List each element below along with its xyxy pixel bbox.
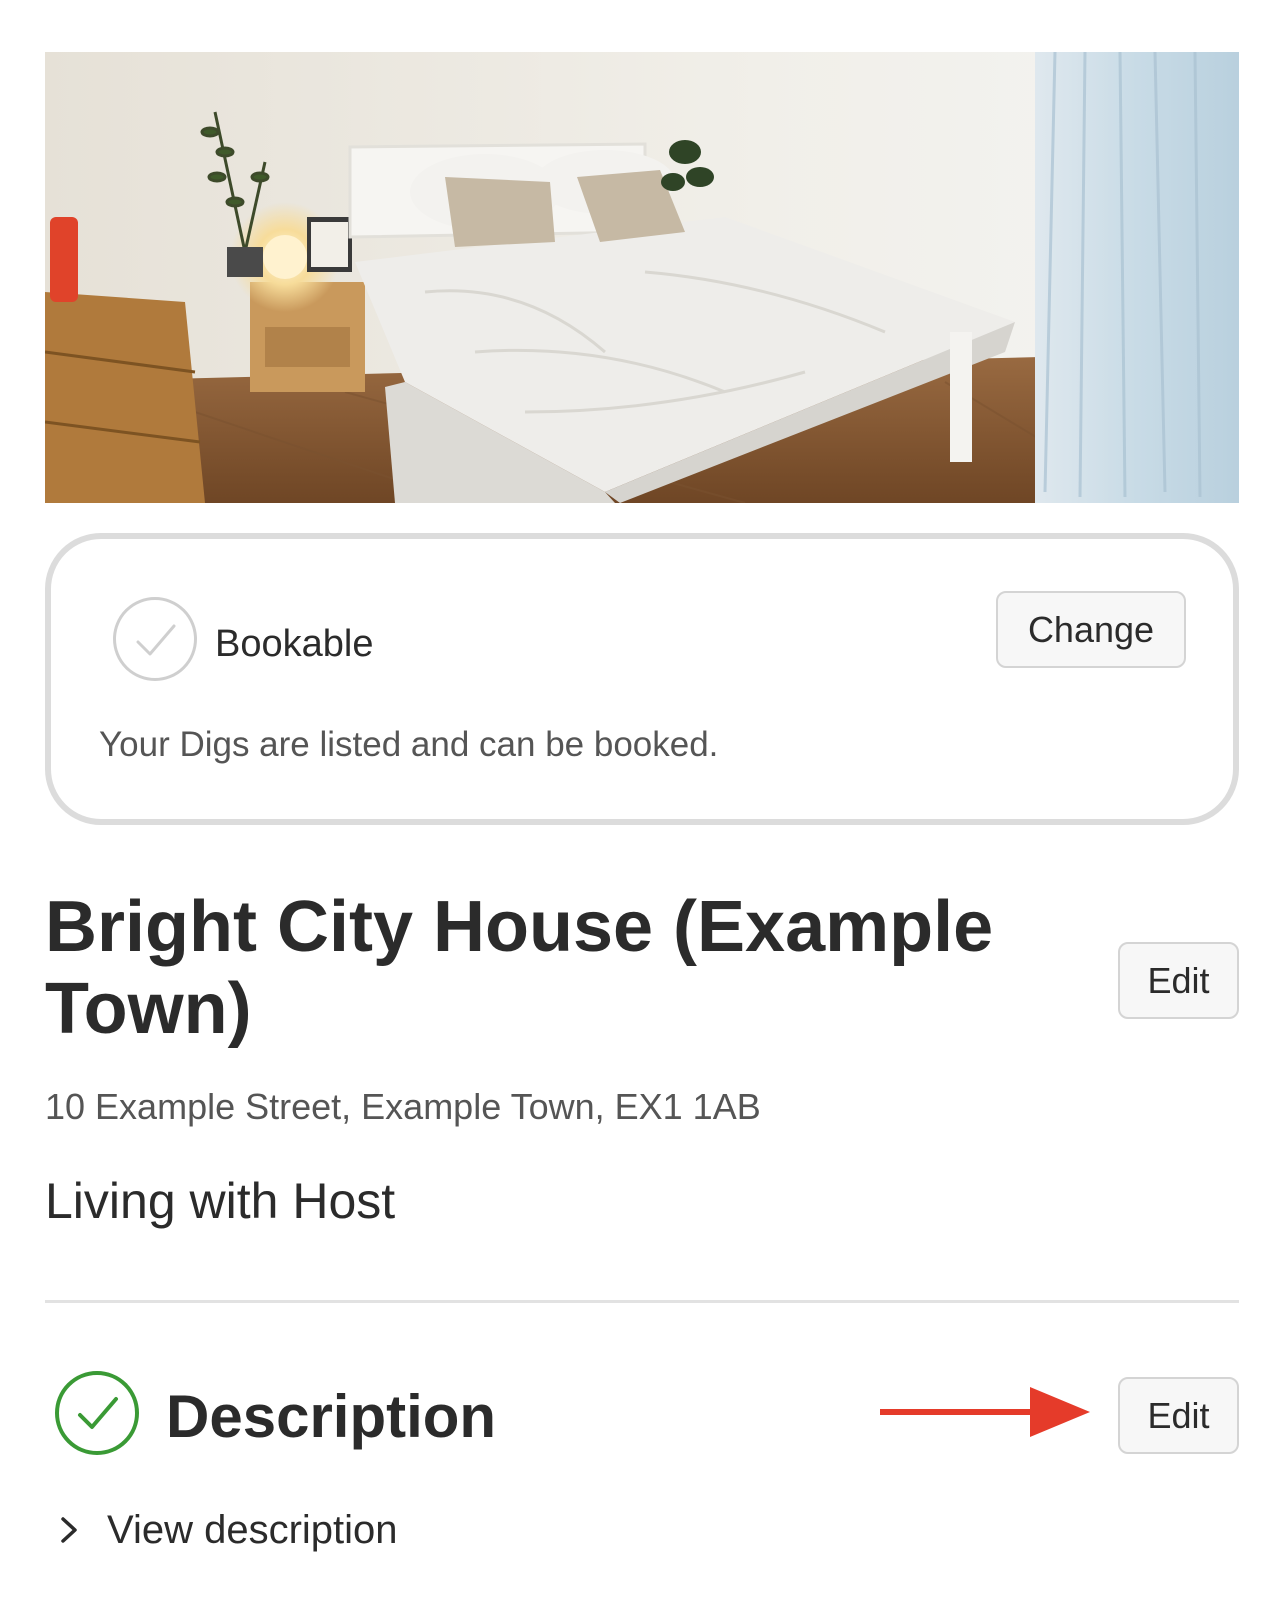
check-circle-icon xyxy=(55,1371,139,1455)
description-heading: Description xyxy=(166,1383,497,1450)
view-description-label: View description xyxy=(107,1507,398,1552)
edit-title-button[interactable]: Edit xyxy=(1118,942,1239,1019)
change-status-button[interactable]: Change xyxy=(996,591,1186,668)
listing-page: Bookable Change Your Digs are listed and… xyxy=(0,0,1283,1608)
living-type: Living with Host xyxy=(45,1173,396,1229)
bedroom-photo-illustration xyxy=(45,52,1239,503)
view-description-toggle[interactable]: View description xyxy=(55,1502,398,1558)
edit-description-button[interactable]: Edit xyxy=(1118,1377,1239,1454)
listing-status-card: Bookable Change Your Digs are listed and… xyxy=(45,533,1239,825)
listing-address: 10 Example Street, Example Town, EX1 1AB xyxy=(45,1086,761,1127)
section-divider xyxy=(45,1300,1239,1303)
status-label: Bookable xyxy=(215,623,374,665)
listing-title: Bright City House (Example Town) xyxy=(45,887,994,1049)
listing-photo[interactable] xyxy=(45,52,1239,503)
chevron-right-icon xyxy=(61,1517,77,1543)
status-description: Your Digs are listed and can be booked. xyxy=(99,725,719,764)
arrow-right-icon xyxy=(880,1387,1090,1437)
check-circle-icon xyxy=(113,597,197,681)
